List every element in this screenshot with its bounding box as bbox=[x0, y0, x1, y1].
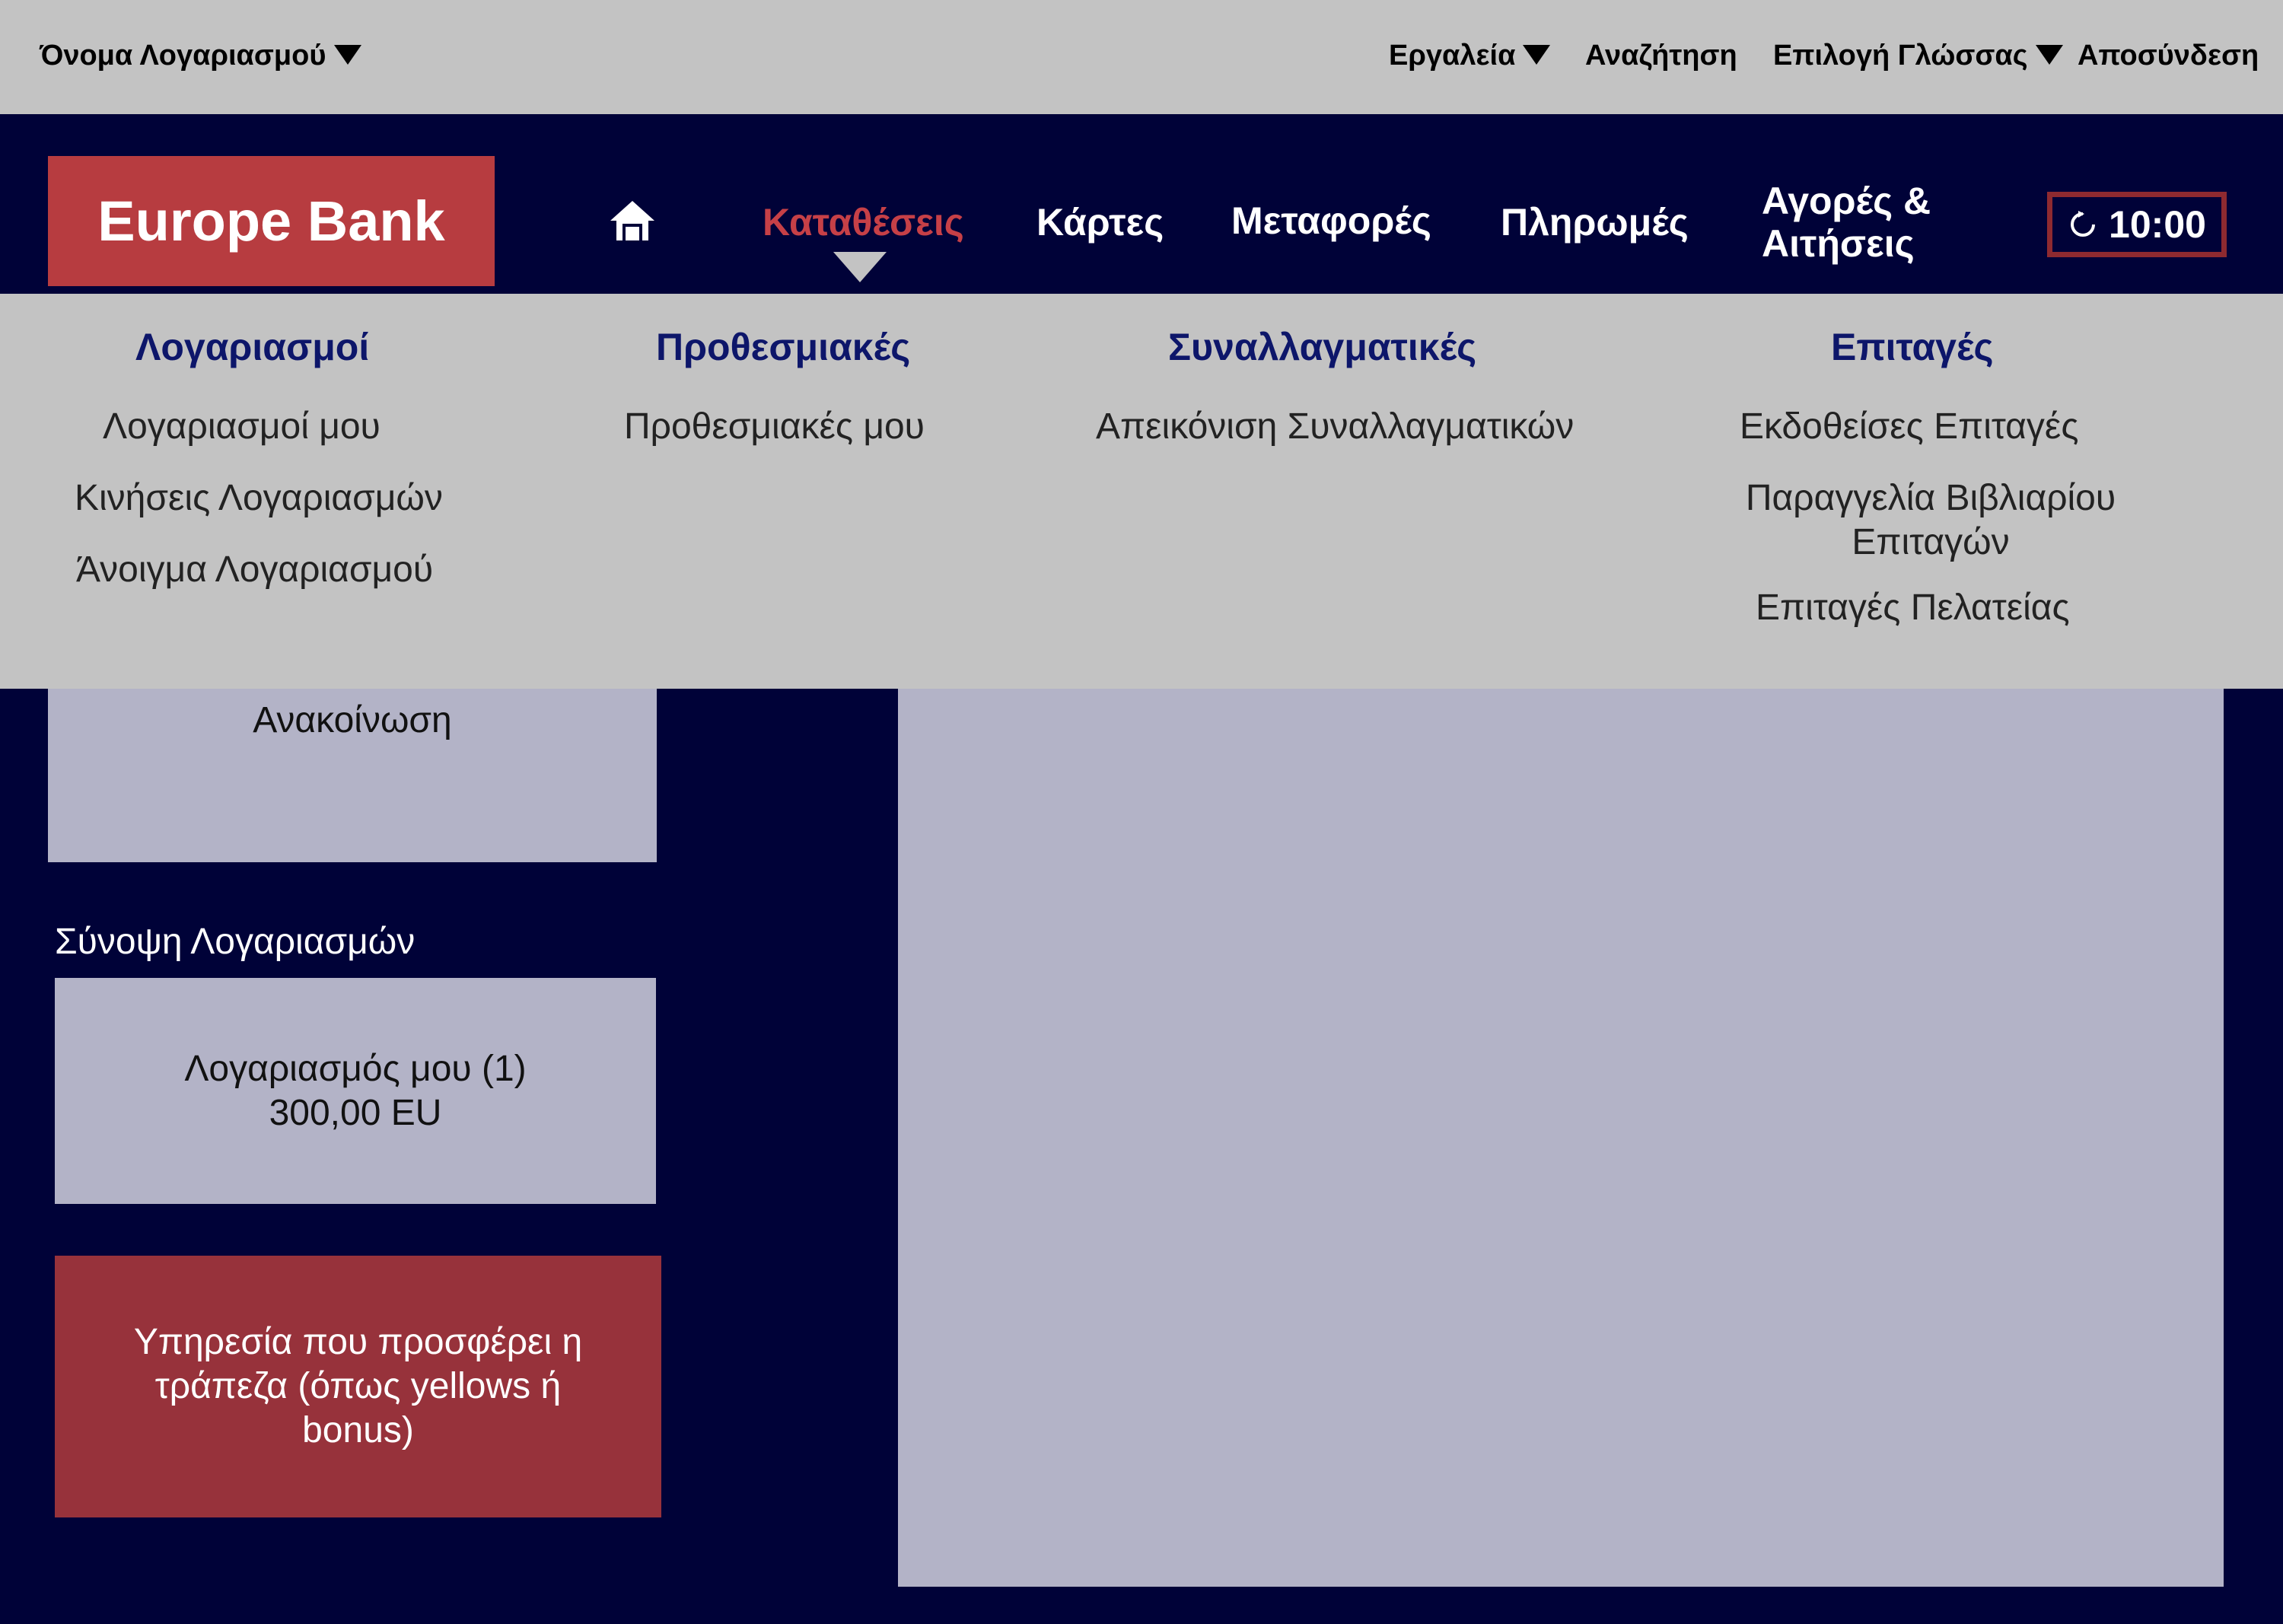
refresh-icon bbox=[2071, 211, 2096, 237]
nav-purchases-line1: Αγορές & bbox=[1762, 180, 1931, 222]
menu-link-order-chequebook[interactable]: Παραγγελία Βιβλιαρίου Επιταγών bbox=[1729, 476, 2132, 565]
session-timer[interactable]: 10:00 bbox=[2047, 192, 2227, 257]
promo-text-line1: Υπηρεσία που προσφέρει η bbox=[133, 1322, 583, 1362]
tools-dropdown[interactable]: Εργαλεία bbox=[1389, 37, 1551, 75]
announcement-title: Ανακοίνωση bbox=[253, 700, 452, 740]
menu-link-account-movements[interactable]: Κινήσεις Λογαριασμών bbox=[75, 476, 443, 521]
nav-cards[interactable]: Κάρτες bbox=[1036, 199, 1164, 245]
caret-down-icon bbox=[1523, 44, 1551, 65]
promo-banner[interactable]: Υπηρεσία που προσφέρει η τράπεζα (όπως y… bbox=[55, 1256, 661, 1517]
bank-logo[interactable]: Europe Bank bbox=[48, 156, 495, 286]
menu-heading-accounts[interactable]: Λογαριασμοί bbox=[135, 324, 369, 370]
nav-transfers[interactable]: Μεταφορές bbox=[1231, 198, 1431, 244]
menu-link-client-cheques[interactable]: Επιταγές Πελατείας bbox=[1756, 586, 2070, 630]
menu-link-open-account[interactable]: Άνοιγμα Λογαριασμού bbox=[76, 548, 433, 592]
account-summary-card[interactable]: Λογαριασμός μου (1) 300,00 EU bbox=[55, 978, 656, 1204]
nav-purchases-requests[interactable]: Αγορές & Αιτήσεις bbox=[1762, 180, 1931, 265]
menu-heading-time-deposits[interactable]: Προθεσμιακές bbox=[656, 324, 910, 370]
account-name-label: Όνομα Λογαριασμού bbox=[40, 40, 326, 72]
language-label: Επιλογή Γλώσσας bbox=[1773, 40, 2028, 72]
home-icon[interactable] bbox=[609, 198, 656, 244]
menu-heading-cheques[interactable]: Επιταγές bbox=[1831, 324, 1994, 370]
main-navbar: Europe Bank Καταθέσεις Κάρτες Μεταφορές … bbox=[0, 114, 2283, 294]
account-name-dropdown[interactable]: Όνομα Λογαριασμού bbox=[40, 37, 361, 75]
promo-text-line2: τράπεζα (όπως yellows ή bbox=[154, 1366, 562, 1406]
search-link[interactable]: Αναζήτηση bbox=[1585, 37, 1737, 75]
nav-deposits[interactable]: Καταθέσεις bbox=[763, 199, 964, 245]
nav-payments[interactable]: Πληρωμές bbox=[1501, 199, 1689, 245]
menu-link-view-bills[interactable]: Απεικόνιση Συναλλαγματικών bbox=[1096, 405, 1574, 449]
menu-link-order-chequebook-line1: Παραγγελία Βιβλιαρίου bbox=[1745, 478, 2116, 518]
top-utility-bar: Όνομα Λογαριασμού Εργαλεία Αναζήτηση Επι… bbox=[0, 0, 2283, 114]
account-name: Λογαριασμός μου (1) bbox=[184, 1048, 527, 1089]
logout-link[interactable]: Αποσύνδεση bbox=[2078, 37, 2259, 75]
main-content-panel bbox=[898, 689, 2224, 1587]
menu-link-my-accounts[interactable]: Λογαριασμοί μου bbox=[103, 405, 380, 449]
timer-value: 10:00 bbox=[2109, 203, 2206, 246]
caret-down-icon bbox=[333, 44, 361, 65]
menu-heading-bills[interactable]: Συναλλαγματικές bbox=[1168, 324, 1476, 370]
menu-link-my-time-deposits[interactable]: Προθεσμιακές μου bbox=[624, 405, 925, 449]
deposits-mega-menu: Λογαριασμοί Λογαριασμοί μου Κινήσεις Λογ… bbox=[0, 294, 2283, 689]
caret-down-icon bbox=[2035, 44, 2063, 65]
announcement-panel: Ανακοίνωση bbox=[48, 689, 657, 862]
language-dropdown[interactable]: Επιλογή Γλώσσας bbox=[1773, 37, 2063, 75]
menu-link-order-chequebook-line2: Επιταγών bbox=[1852, 522, 2010, 562]
account-summary-title: Σύνοψη Λογαριασμών bbox=[55, 922, 416, 962]
active-pointer-icon bbox=[833, 252, 887, 282]
promo-text-line3: bonus) bbox=[302, 1410, 414, 1450]
tools-label: Εργαλεία bbox=[1389, 40, 1516, 72]
nav-purchases-line2: Αιτήσεις bbox=[1762, 222, 1915, 265]
account-balance: 300,00 EU bbox=[269, 1092, 442, 1133]
menu-link-issued-cheques[interactable]: Εκδοθείσες Επιταγές bbox=[1740, 405, 2078, 449]
